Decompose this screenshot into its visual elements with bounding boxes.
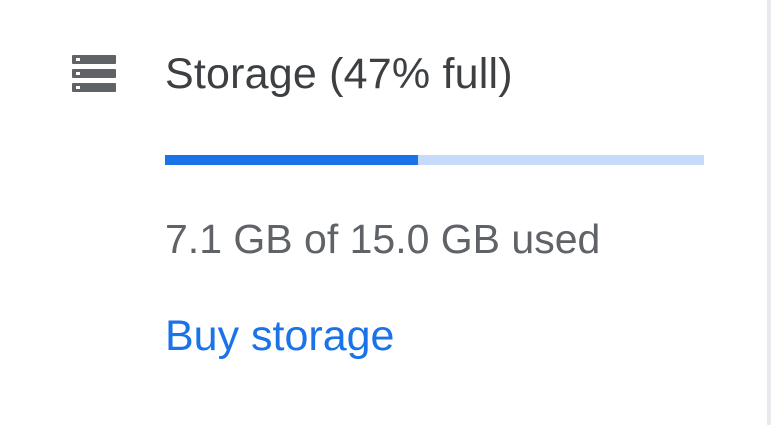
storage-panel: Storage (47% full) 7.1 GB of 15.0 GB use…	[0, 0, 771, 425]
storage-icon	[72, 55, 116, 93]
storage-progress-fill	[165, 155, 419, 165]
buy-storage-link[interactable]: Buy storage	[165, 308, 394, 364]
storage-title: Storage (47% full)	[165, 50, 513, 98]
panel-divider	[767, 0, 771, 425]
storage-usage-text: 7.1 GB of 15.0 GB used	[165, 216, 601, 262]
storage-progress-bar	[165, 155, 704, 165]
